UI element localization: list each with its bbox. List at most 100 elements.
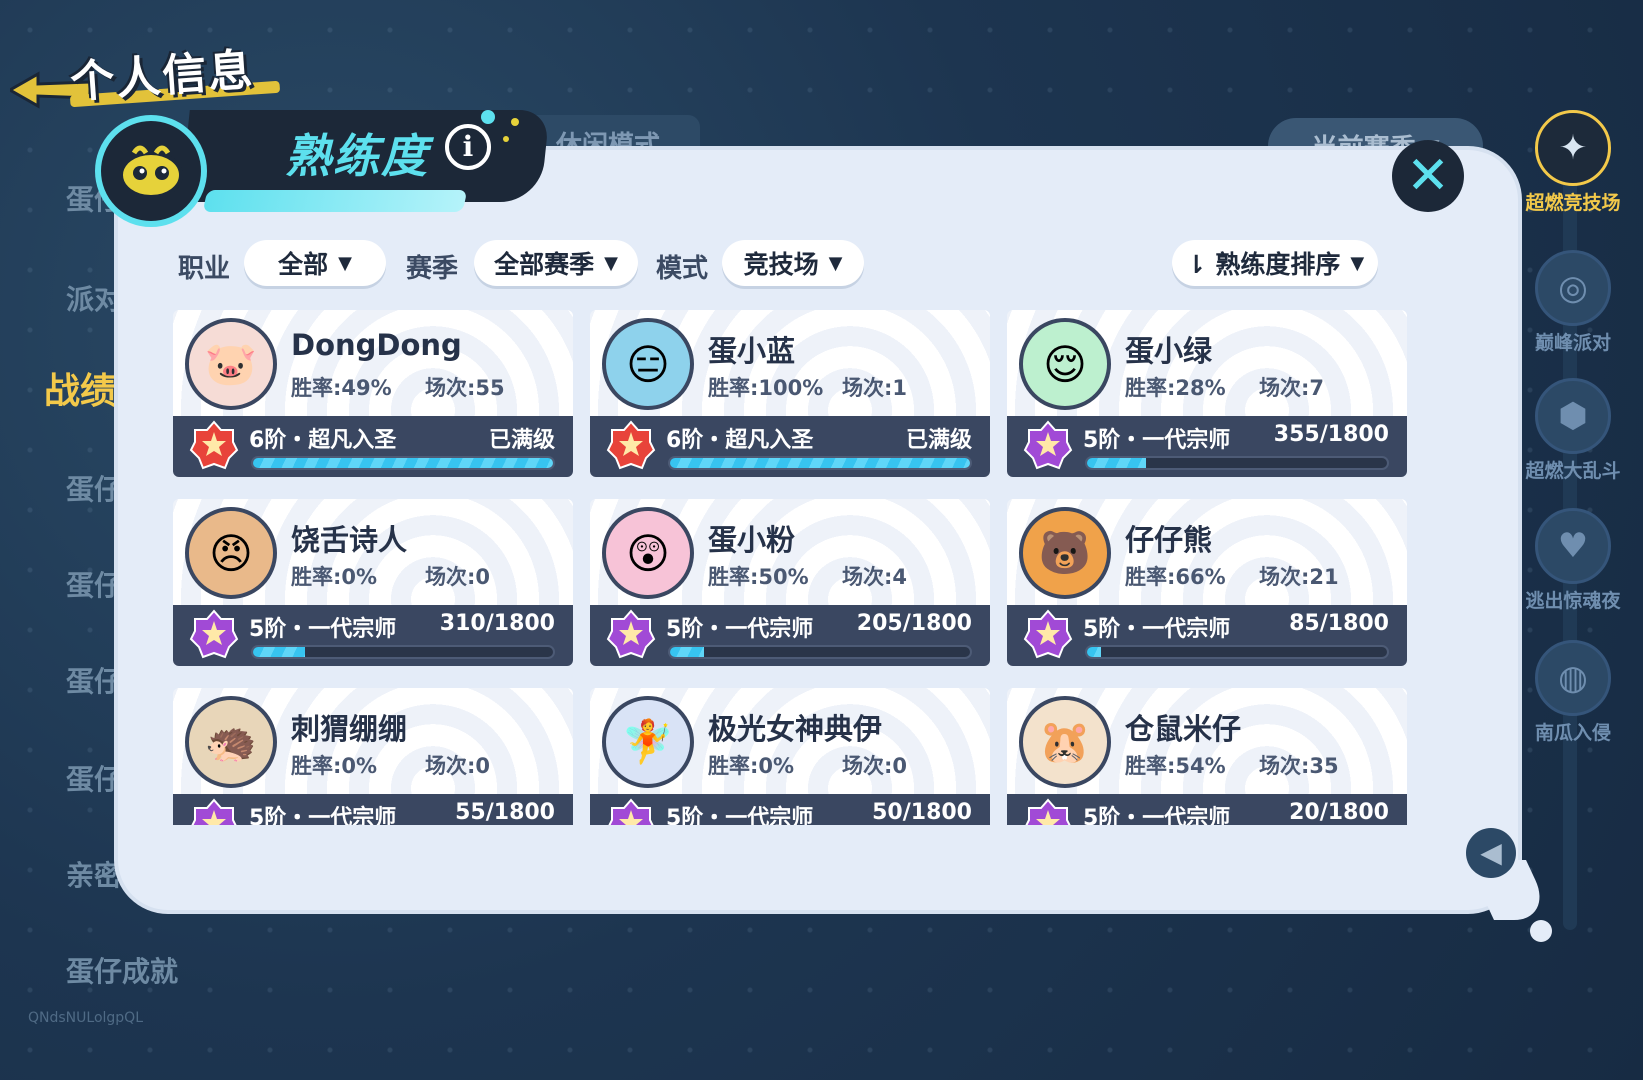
proficiency-emblem-icon	[95, 115, 207, 227]
proficiency-progress-fill	[670, 647, 705, 657]
rank-badge-purple-icon	[189, 609, 239, 659]
match-count: 场次:21	[1259, 565, 1339, 589]
win-rate: 胜率:100%	[708, 376, 824, 400]
sort-select[interactable]: ⇂ 熟练度排序 ▼	[1172, 240, 1378, 286]
match-count: 场次:0	[425, 565, 491, 589]
rail-item[interactable]: ✦ 超燃竞技场	[1508, 110, 1638, 215]
proficiency-progress-text: 20/1800	[1289, 800, 1389, 825]
character-card[interactable]: 😠 饶舌诗人 胜率:0% 场次:0 5阶・一代宗师 310/1800	[173, 499, 573, 666]
left-nav-item[interactable]: 蛋仔成就	[66, 950, 178, 990]
left-nav-item[interactable]: 战绩	[44, 362, 116, 414]
proficiency-progress-bar	[1085, 456, 1389, 470]
proficiency-progress-text: 85/1800	[1289, 611, 1389, 636]
job-filter-label: 职业	[178, 254, 231, 284]
proficiency-progress-bar	[251, 456, 555, 470]
character-card[interactable]: 🦔 刺猬绷绷 胜率:0% 场次:0 5阶・一代宗师 55/1800	[173, 688, 573, 825]
character-avatar: 😑	[602, 318, 694, 410]
mode-filter-select[interactable]: 竞技场 ▼	[722, 240, 864, 286]
character-name: 刺猬绷绷	[291, 712, 408, 746]
modal-header: 熟练度 i	[95, 110, 550, 227]
win-rate: 胜率:0%	[291, 565, 378, 589]
season-filter-select[interactable]: 全部赛季 ▼	[474, 240, 638, 286]
chevron-down-icon: ▼	[604, 252, 618, 274]
match-count: 场次:4	[842, 565, 908, 589]
arena-icon: ✦	[1535, 110, 1611, 186]
rank-label: 5阶・一代宗师	[249, 806, 397, 825]
rail-item-label: 南瓜入侵	[1534, 722, 1611, 744]
rank-badge-red-icon	[189, 420, 239, 470]
left-nav-item[interactable]: 蛋仔	[66, 758, 122, 798]
match-count: 场次:7	[1259, 376, 1325, 400]
match-count: 场次:1	[842, 376, 908, 400]
peak-party-icon: ◎	[1535, 250, 1611, 326]
season-filter-value: 全部赛季	[494, 250, 595, 279]
win-rate: 胜率:49%	[291, 376, 392, 400]
character-avatar: 😲	[602, 507, 694, 599]
info-icon[interactable]: i	[445, 124, 491, 170]
character-card[interactable]: 🐻 仔仔熊 胜率:66% 场次:21 5阶・一代宗师 85/1800	[1007, 499, 1407, 666]
rail-item-label: 超燃大乱斗	[1525, 460, 1621, 482]
watermark: QNdsNULolgpQL	[28, 1010, 143, 1026]
mode-filter-label: 模式	[656, 254, 709, 284]
rank-badge-purple-icon	[606, 609, 656, 659]
proficiency-progress-bar	[1085, 645, 1389, 659]
rail-item[interactable]: ♥ 逃出惊魂夜	[1508, 508, 1638, 613]
pumpkin-icon: ◍	[1535, 640, 1611, 716]
collapse-arrow-icon[interactable]: ◀	[1466, 828, 1516, 878]
character-card[interactable]: 😲 蛋小粉 胜率:50% 场次:4 5阶・一代宗师 205/1800	[590, 499, 990, 666]
match-count: 场次:0	[842, 754, 908, 778]
chevron-down-icon: ▼	[1350, 252, 1365, 274]
rail-item-label: 巅峰派对	[1534, 332, 1611, 354]
rank-badge-purple-icon	[1023, 420, 1073, 470]
character-name: DongDong	[291, 328, 462, 362]
match-count: 场次:55	[425, 376, 505, 400]
page-header: 个人信息	[10, 22, 281, 109]
win-rate: 胜率:0%	[291, 754, 378, 778]
escape-night-icon: ♥	[1535, 508, 1611, 584]
job-filter-select[interactable]: 全部 ▼	[244, 240, 386, 286]
character-avatar: 🦔	[185, 696, 277, 788]
proficiency-progress-text: 50/1800	[872, 800, 972, 825]
rank-label: 5阶・一代宗师	[1083, 806, 1231, 825]
proficiency-progress-fill	[253, 647, 305, 657]
left-nav-item[interactable]: 蛋仔	[66, 660, 122, 700]
win-rate: 胜率:50%	[708, 565, 809, 589]
rank-label: 5阶・一代宗师	[249, 617, 397, 642]
proficiency-progress-text: 205/1800	[856, 611, 972, 636]
header-accent	[202, 190, 468, 212]
rank-badge-purple-icon	[1023, 609, 1073, 659]
rail-item[interactable]: ◎ 巅峰派对	[1508, 250, 1638, 355]
character-card[interactable]: 🧚 极光女神典伊 胜率:0% 场次:0 5阶・一代宗师 50/1800	[590, 688, 990, 825]
left-nav-item[interactable]: 派对	[66, 278, 122, 318]
modal-title: 熟练度	[285, 129, 429, 183]
left-nav-item[interactable]: 蛋仔	[66, 468, 122, 508]
character-name: 蛋小粉	[708, 523, 796, 557]
rail-item[interactable]: ◍ 南瓜入侵	[1508, 640, 1638, 745]
character-avatar: 😌	[1019, 318, 1111, 410]
character-avatar: 🐻	[1019, 507, 1111, 599]
rail-item[interactable]: ⬢ 超燃大乱斗	[1508, 378, 1638, 483]
left-nav-item[interactable]: 蛋仔	[66, 564, 122, 604]
proficiency-progress-text: 355/1800	[1273, 422, 1389, 447]
proficiency-progress-text: 已满级	[488, 428, 555, 453]
rail-item-label: 超燃竞技场	[1525, 192, 1621, 214]
chevron-down-icon: ▼	[338, 252, 352, 274]
proficiency-progress-text: 55/1800	[455, 800, 555, 825]
character-avatar: 🐹	[1019, 696, 1111, 788]
rank-badge-purple-icon	[191, 798, 237, 825]
rank-badge-purple-icon	[608, 798, 654, 825]
rank-label: 5阶・一代宗师	[1083, 617, 1231, 642]
character-card[interactable]: 😑 蛋小蓝 胜率:100% 场次:1 6阶・超凡入圣 已满级	[590, 310, 990, 477]
character-card[interactable]: 🐷 DongDong 胜率:49% 场次:55 6阶・超凡入圣 已满级	[173, 310, 573, 477]
close-button[interactable]: ✕	[1392, 140, 1464, 212]
character-name: 仓鼠米仔	[1125, 712, 1242, 746]
character-name: 饶舌诗人	[291, 523, 408, 557]
character-name: 极光女神典伊	[708, 712, 883, 746]
proficiency-progress-text: 已满级	[905, 428, 972, 453]
character-card[interactable]: 😌 蛋小绿 胜率:28% 场次:7 5阶・一代宗师 355/1800	[1007, 310, 1407, 477]
season-filter-label: 赛季	[406, 254, 459, 284]
character-card[interactable]: 🐹 仓鼠米仔 胜率:54% 场次:35 5阶・一代宗师 20/1800	[1007, 688, 1407, 825]
win-rate: 胜率:0%	[708, 754, 795, 778]
character-name: 蛋小蓝	[708, 334, 796, 368]
rank-label: 6阶・超凡入圣	[249, 428, 397, 453]
